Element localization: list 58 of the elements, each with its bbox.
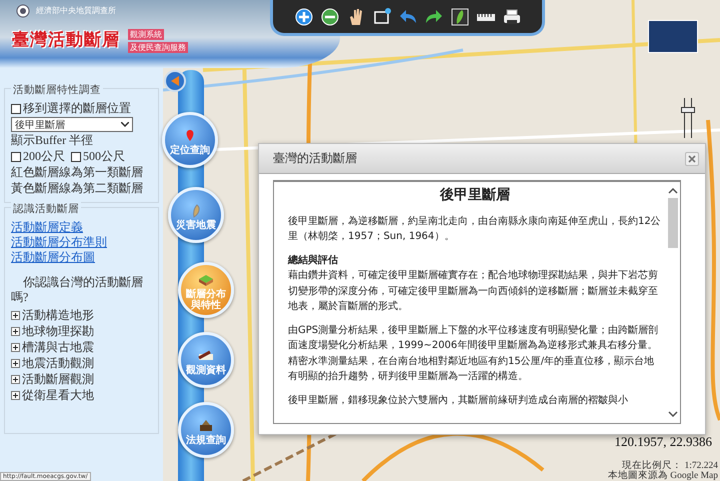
paragraph: 藉由鑽井資料，可確定後甲里斷層確實存在；配合地球物理探勘結果，與井下岩芯剪切變形帶的深度分佈，可確定後甲里斷層為一向西傾斜的逆移斷層；斷層並未截穿至地表，屬於盲斷層的形式。 — [288, 268, 659, 314]
checkbox-label: 移到選擇的斷層位置 — [23, 101, 131, 116]
emblem-icon — [16, 4, 30, 18]
scale-text: 現在比例尺： 1:72.224 — [622, 461, 718, 471]
tree-item[interactable]: 活動斷層觀測 — [22, 372, 94, 387]
printer-icon[interactable] — [502, 6, 522, 26]
close-icon — [688, 154, 696, 162]
panel-legend: 活動斷層特性調查 — [11, 83, 103, 97]
section-title: 總結與評估 — [288, 254, 339, 268]
close-button[interactable] — [685, 152, 699, 166]
tree-item[interactable]: 地震活動觀測 — [22, 356, 94, 371]
chevron-down-icon — [121, 122, 129, 127]
topic-link[interactable]: 活動斷層分布準則 — [11, 235, 154, 249]
buffer-label: 顯示Buffer 半徑 — [11, 133, 94, 148]
checkbox-label: 200公尺 — [23, 149, 65, 164]
topic-link[interactable]: 活動斷層分布圖 — [11, 250, 154, 264]
plus-box-icon[interactable] — [11, 391, 20, 400]
checkbox[interactable] — [71, 152, 81, 162]
nav-icon — [198, 273, 214, 287]
paragraph: 後甲里斷層，為逆移斷層，約呈南北走向，由台南縣永康向南延伸至虎山，長約12公里（林朝棨，1957；Sun, 1964）。 — [288, 214, 662, 244]
article-heading: 後甲里斷層 — [438, 188, 511, 204]
tree-item[interactable]: 從衛星看大地 — [22, 388, 94, 403]
question-text: 你認識台灣的活動斷層嗎? — [11, 275, 144, 305]
tree-item[interactable]: 活動構造地形 — [22, 308, 94, 323]
zoom-in-icon[interactable] — [294, 6, 314, 26]
scrollbar-thumb[interactable] — [668, 198, 678, 248]
fault-select[interactable]: 後甲里斷層 — [11, 117, 133, 132]
overview-map-thumbnail[interactable] — [648, 20, 698, 53]
subtitle-tag: 觀測系統 — [128, 29, 164, 40]
site-title: 臺灣活動斷層 — [12, 29, 120, 51]
paragraph: 後甲里斷層，錯移現象位於六雙層內，其斷層前緣研判造成台南層的褶皺與小 — [288, 394, 629, 408]
zoom-out-icon[interactable] — [320, 6, 340, 26]
organization-name: 經濟部中央地質調查所 — [36, 5, 116, 16]
dialog-title: 臺灣的活動斷層 — [273, 150, 357, 167]
topic-link[interactable]: 活動斷層定義 — [11, 220, 154, 234]
plus-box-icon[interactable] — [11, 327, 20, 336]
plus-box-icon[interactable] — [11, 343, 20, 352]
triangle-left-icon — [170, 76, 180, 86]
nav-icon — [198, 418, 214, 432]
panel-legend: 認識活動斷層 — [11, 202, 81, 216]
zoom-slider[interactable] — [684, 98, 692, 138]
paragraph: 由GPS測量分析結果，後甲里斷層上下盤的水平位移速度有明顯變化量；由跨斷層剖面速度場變化分析結果，1999~2006年間後甲里斷層為為逆移形式兼具右移分量。精密水準測量結果，在台南台地相對鄰近地區有約15公厘/年的垂直位移，顯示台地有明顯的抬升趨勢，研判後甲里斷層為一活躍的構造。 — [288, 324, 660, 384]
chevron-down-icon[interactable] — [668, 411, 678, 417]
legend-note: 紅色斷層線為第一類斷層 — [11, 165, 144, 180]
map-source-text: 本地圖來源為 Google Map — [608, 471, 718, 481]
nav-icon — [198, 348, 214, 362]
chevron-up-icon[interactable] — [668, 188, 678, 194]
coordinates-text: 120.1957, 22.9386 — [614, 434, 712, 450]
plus-box-icon[interactable] — [11, 359, 20, 368]
checkbox-label: 500公尺 — [83, 149, 125, 164]
plus-box-icon[interactable] — [11, 375, 20, 384]
tree-item[interactable]: 地球物理探勘 — [22, 324, 94, 339]
checkbox[interactable] — [11, 104, 21, 114]
tree-item[interactable]: 槽溝與古地震 — [22, 340, 94, 355]
legend-note: 黃色斷層線為第二類斷層 — [11, 181, 144, 196]
plus-box-icon[interactable] — [11, 311, 20, 320]
checkbox[interactable] — [11, 152, 21, 162]
subtitle-tag: 及便民查詢服務 — [128, 42, 188, 53]
